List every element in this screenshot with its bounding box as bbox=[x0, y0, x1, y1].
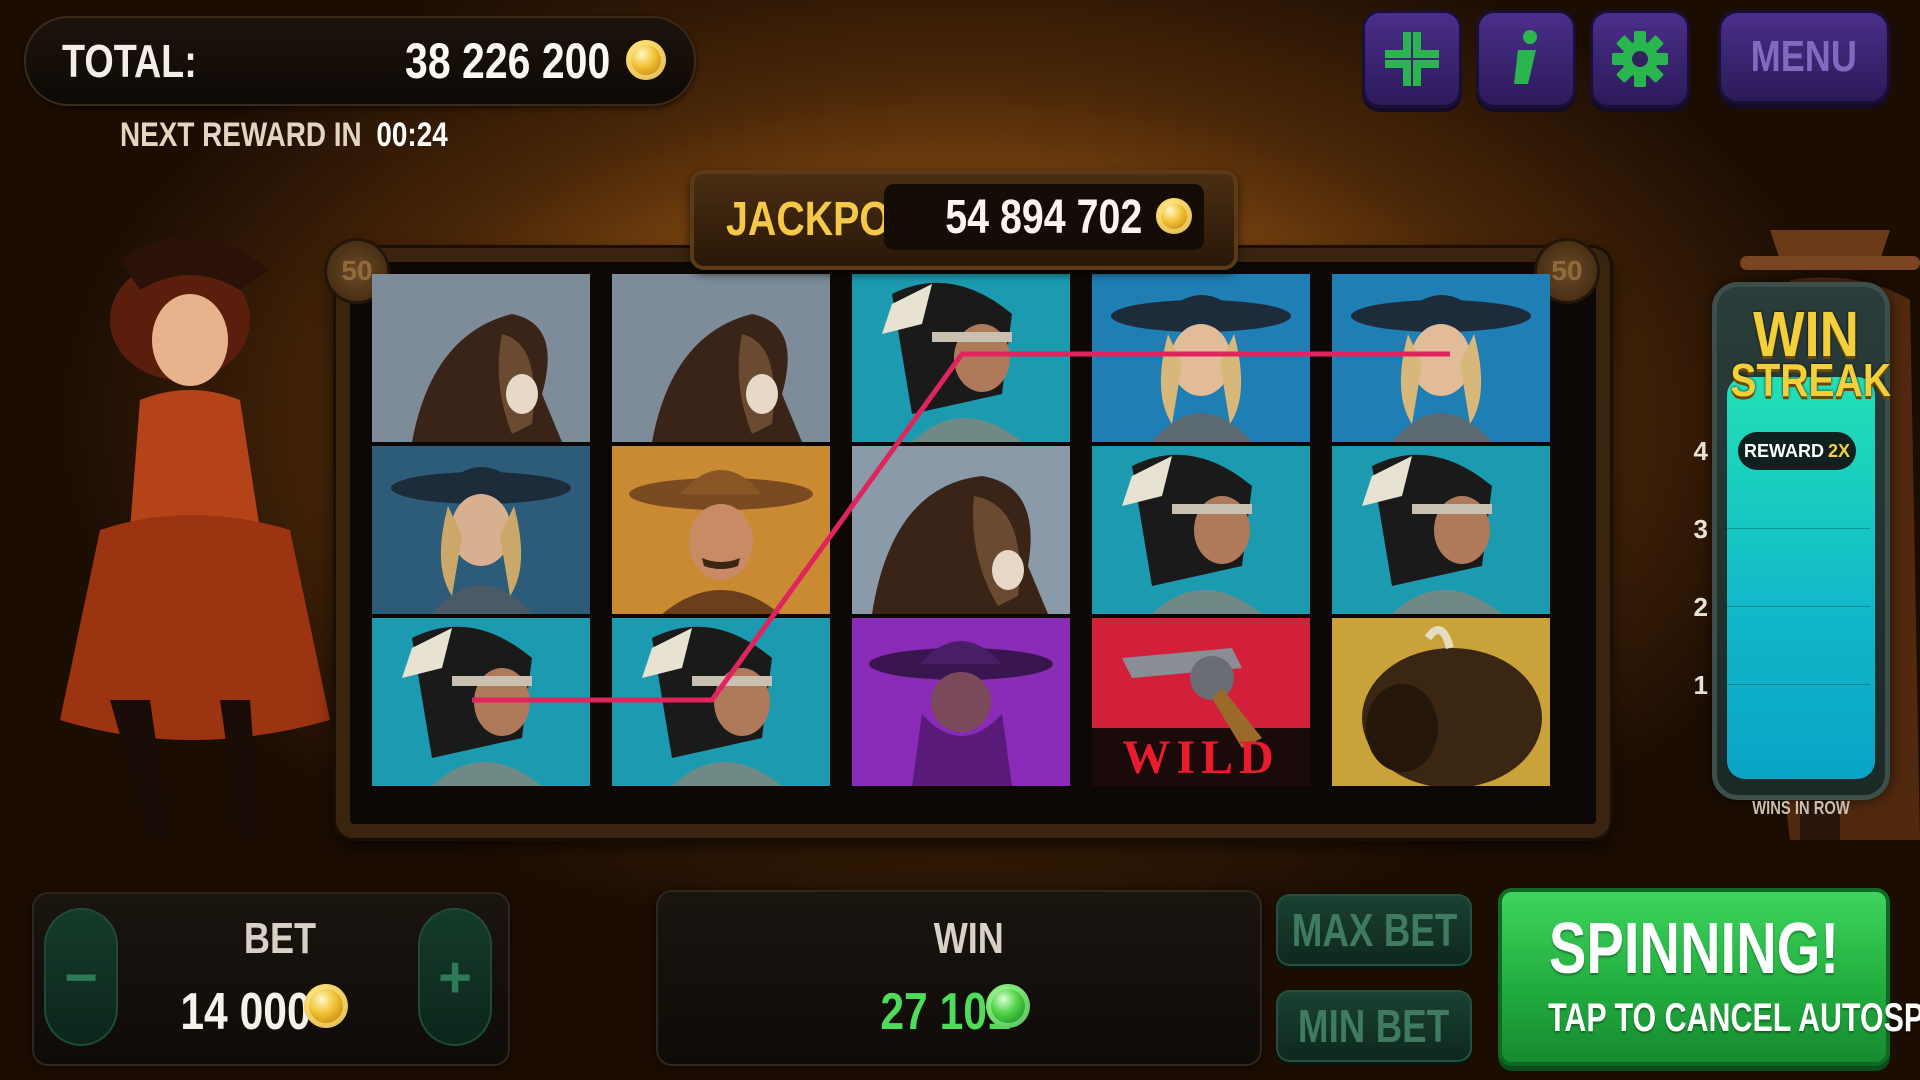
increase-bet-button[interactable]: + bbox=[418, 908, 492, 1046]
spin-status-label: SPINNING! bbox=[1548, 909, 1840, 989]
jackpot-value-box: 54 894 702 bbox=[884, 184, 1204, 250]
next-reward-label: NEXT REWARD IN bbox=[120, 116, 362, 154]
jackpot-panel: JACKPOT 54 894 702 bbox=[690, 170, 1238, 270]
winning-payline bbox=[472, 351, 1450, 703]
win-streak-meter: WIN STREAK bbox=[1712, 282, 1892, 800]
win-label: WIN bbox=[933, 914, 1004, 963]
menu-button[interactable]: MENU bbox=[1718, 10, 1890, 104]
decrease-bet-button[interactable]: − bbox=[44, 908, 118, 1046]
menu-label: MENU bbox=[1750, 32, 1858, 81]
streak-gridline bbox=[1722, 684, 1870, 685]
streak-gridline bbox=[1722, 528, 1870, 529]
green-coin-icon bbox=[986, 984, 1030, 1028]
settings-button[interactable] bbox=[1590, 10, 1690, 108]
reward-multiplier-badge: REWARD 2X bbox=[1738, 432, 1856, 470]
gold-coin-icon bbox=[1156, 198, 1192, 234]
gold-coin-icon bbox=[304, 984, 348, 1028]
fullscreen-button[interactable] bbox=[1362, 10, 1462, 108]
gear-icon bbox=[1612, 31, 1668, 87]
next-reward-timer: NEXT REWARD IN 00:24 bbox=[120, 116, 448, 155]
gold-coin-icon bbox=[626, 40, 666, 80]
total-balance-panel: TOTAL: 38 226 200 bbox=[24, 16, 696, 106]
bet-value: 14 000 bbox=[180, 983, 311, 1041]
cancel-autospin-label: TAP TO CANCEL AUTOSPIN bbox=[1548, 996, 1920, 1040]
bet-label: BET bbox=[243, 914, 317, 963]
next-reward-time: 00:24 bbox=[376, 116, 448, 154]
reward-label: REWARD bbox=[1743, 440, 1824, 461]
total-value: 38 226 200 bbox=[404, 33, 610, 89]
info-button[interactable] bbox=[1476, 10, 1576, 108]
jackpot-value: 54 894 702 bbox=[945, 191, 1142, 244]
streak-level-1: 1 bbox=[1693, 670, 1708, 700]
reward-multiplier: 2X bbox=[1827, 440, 1851, 461]
total-label: TOTAL: bbox=[62, 35, 197, 87]
info-icon bbox=[1514, 30, 1537, 84]
saloon-girl-illustration bbox=[60, 237, 330, 840]
streak-level-3: 3 bbox=[1693, 514, 1708, 544]
reel-grid[interactable]: WILD bbox=[372, 274, 1550, 786]
min-bet-label: MIN BET bbox=[1298, 1000, 1450, 1052]
max-bet-button[interactable]: MAX BET bbox=[1276, 894, 1472, 966]
streak-level-4: 4 bbox=[1693, 436, 1708, 466]
win-streak-title-line2: STREAK bbox=[1730, 354, 1892, 406]
wins-in-row-label: WINS IN ROW bbox=[1752, 798, 1850, 818]
max-bet-label: MAX BET bbox=[1291, 904, 1457, 956]
min-bet-button[interactable]: MIN BET bbox=[1276, 990, 1472, 1062]
streak-gridline bbox=[1722, 606, 1870, 607]
spin-button[interactable]: SPINNING! TAP TO CANCEL AUTOSPIN bbox=[1498, 888, 1920, 1066]
collapse-arrows-icon bbox=[1385, 32, 1439, 86]
streak-level-2: 2 bbox=[1693, 592, 1708, 622]
